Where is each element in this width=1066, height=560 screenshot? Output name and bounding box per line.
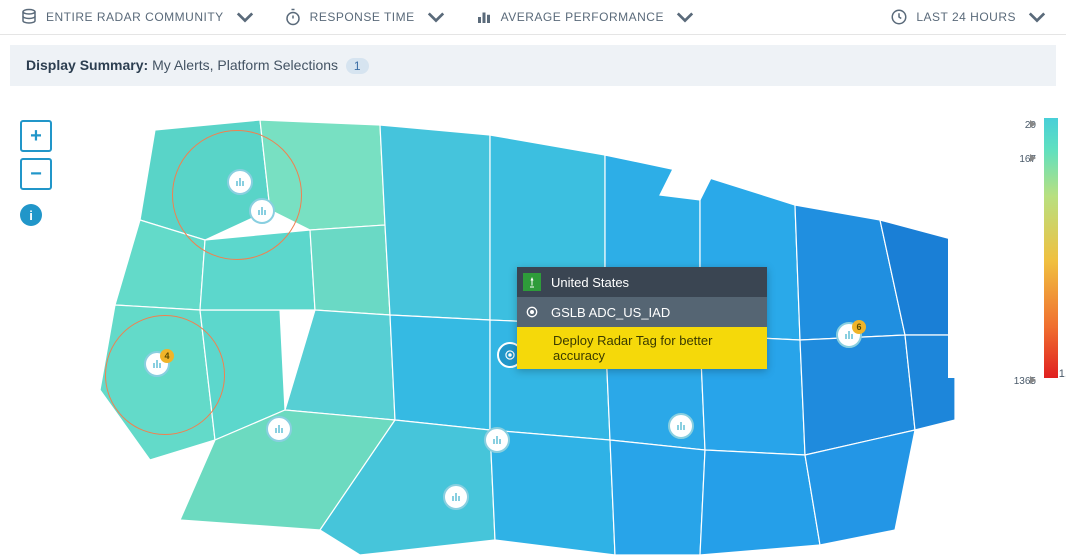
bars-icon [475,8,493,26]
server-node[interactable]: 6 [836,322,862,348]
summary-badge: 1 [346,58,369,74]
zoom-out-button[interactable]: − [20,158,52,190]
filter-toolbar: ENTIRE RADAR COMMUNITY RESPONSE TIME AVE… [0,0,1066,35]
stopwatch-icon [284,8,302,26]
server-node[interactable] [266,416,292,442]
summary-items: My Alerts, Platform Selections [152,57,338,73]
chevron-down-icon [1028,8,1046,26]
chevron-down-icon [236,8,254,26]
map-tooltip: United States GSLB ADC_US_IAD Deploy Rad… [517,267,767,369]
scope-dropdown[interactable]: ENTIRE RADAR COMMUNITY [20,8,254,26]
chevron-down-icon [676,8,694,26]
clock-icon [890,8,908,26]
map-area[interactable]: + − i [0,110,1066,552]
chevron-down-icon [427,8,445,26]
database-icon [20,8,38,26]
summary-label: Display Summary: [26,57,148,73]
server-node[interactable] [249,198,275,224]
aggregate-label: AVERAGE PERFORMANCE [501,10,664,24]
info-button[interactable]: i [20,204,42,226]
pin-icon [523,273,541,291]
time-range-dropdown[interactable]: LAST 24 HOURS [890,8,1046,26]
legend-gradient: 20 ms 1,365 ms [1044,118,1058,378]
tooltip-platform: GSLB ADC_US_IAD [551,305,670,320]
legend-ticks: 20 167 1365 [948,118,1044,378]
server-node[interactable] [227,169,253,195]
metric-label: RESPONSE TIME [310,10,415,24]
tooltip-platform-row: GSLB ADC_US_IAD [517,297,767,327]
server-node[interactable] [484,427,510,453]
node-alert-badge: 4 [160,349,174,363]
legend-max-label: 1,365 ms [1059,368,1066,380]
scope-label: ENTIRE RADAR COMMUNITY [46,10,224,24]
aggregate-dropdown[interactable]: AVERAGE PERFORMANCE [475,8,694,26]
server-node[interactable] [668,413,694,439]
metric-dropdown[interactable]: RESPONSE TIME [284,8,445,26]
tooltip-country-row: United States [517,267,767,297]
zoom-in-button[interactable]: + [20,120,52,152]
tooltip-warning: Deploy Radar Tag for better accuracy [553,333,757,363]
map-controls: + − i [20,120,52,226]
color-legend: 20 167 1365 20 ms 1,365 ms [948,118,1058,378]
tooltip-warning-row: Deploy Radar Tag for better accuracy [517,327,767,369]
target-icon [523,303,541,321]
node-alert-badge: 6 [852,320,866,334]
time-range-label: LAST 24 HOURS [916,10,1016,24]
server-node[interactable]: 4 [144,351,170,377]
server-node[interactable] [443,484,469,510]
display-summary-bar[interactable]: Display Summary: My Alerts, Platform Sel… [10,45,1056,86]
tooltip-country: United States [551,275,629,290]
